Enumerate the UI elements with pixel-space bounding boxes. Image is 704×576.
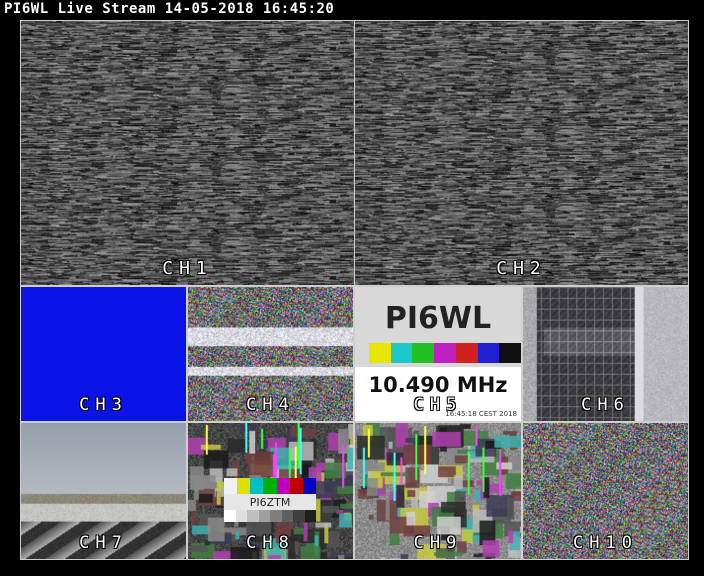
channel-tile-ch5[interactable]: PI6WL 10.490 MHz 16:45:18 CEST 2018 CH5 bbox=[354, 286, 522, 422]
ch2-video-feed bbox=[355, 21, 688, 285]
title-bar: PI6WL Live Stream 14-05-2018 16:45:20 bbox=[0, 0, 704, 20]
color-bar bbox=[477, 343, 500, 363]
channel-label: CH8 bbox=[246, 533, 295, 553]
grey-step bbox=[270, 510, 282, 522]
channel-tile-ch9[interactable]: CH9 bbox=[354, 422, 522, 560]
testcard-callsign: PI6WL bbox=[384, 301, 492, 336]
grey-step bbox=[293, 510, 305, 522]
channel-label: CH9 bbox=[413, 533, 463, 553]
grey-step bbox=[235, 510, 247, 522]
grey-step bbox=[281, 510, 293, 522]
color-bar bbox=[276, 478, 290, 494]
color-bar bbox=[455, 343, 478, 363]
channel-grid: CH1 CH2 CH3 CH4 PI6WL 10.490 MHz 16:45:1… bbox=[0, 20, 704, 576]
channel-label: CH10 bbox=[573, 533, 638, 553]
ch8-testcard: PI6ZTM bbox=[224, 478, 316, 522]
channel-tile-ch3[interactable]: CH3 bbox=[20, 286, 187, 422]
color-bar bbox=[499, 343, 521, 363]
color-bar bbox=[390, 343, 413, 363]
color-bar bbox=[434, 343, 456, 363]
channel-tile-ch7[interactable]: CH7 bbox=[20, 422, 187, 560]
grey-step bbox=[247, 510, 259, 522]
ch8-color-bars bbox=[224, 478, 316, 494]
channel-label: CH4 bbox=[246, 395, 295, 415]
testcard-color-bars bbox=[369, 343, 521, 363]
color-bar bbox=[224, 478, 238, 494]
channel-label: CH5 bbox=[413, 395, 463, 415]
color-bar bbox=[237, 478, 251, 494]
channel-tile-ch6[interactable]: CH6 bbox=[522, 286, 689, 422]
channel-tile-ch1[interactable]: CH1 bbox=[20, 20, 355, 286]
channel-label: CH2 bbox=[496, 258, 547, 279]
grey-step bbox=[224, 510, 236, 522]
ch8-grey-scale bbox=[224, 510, 316, 522]
grey-step bbox=[304, 510, 316, 522]
channel-tile-ch10[interactable]: CH10 bbox=[522, 422, 689, 560]
color-bar bbox=[412, 343, 435, 363]
color-bar bbox=[263, 478, 277, 494]
channel-tile-ch8[interactable]: PI6ZTM CH8 bbox=[187, 422, 354, 560]
grey-step bbox=[258, 510, 270, 522]
ch1-video-feed bbox=[21, 21, 354, 285]
color-bar bbox=[250, 478, 264, 494]
testcard-frequency: 10.490 MHz bbox=[368, 373, 508, 397]
channel-tile-ch2[interactable]: CH2 bbox=[354, 20, 689, 286]
channel-label: CH6 bbox=[581, 395, 630, 415]
channel-label: CH7 bbox=[79, 533, 128, 553]
channel-label: CH3 bbox=[79, 395, 128, 415]
stream-title: PI6WL Live Stream 14-05-2018 16:45:20 bbox=[4, 1, 335, 17]
color-bar bbox=[302, 478, 316, 494]
color-bar bbox=[289, 478, 303, 494]
color-bar bbox=[369, 343, 391, 363]
ch8-callsign: PI6ZTM bbox=[249, 496, 291, 509]
channel-tile-ch4[interactable]: CH4 bbox=[187, 286, 354, 422]
channel-label: CH1 bbox=[162, 258, 213, 279]
